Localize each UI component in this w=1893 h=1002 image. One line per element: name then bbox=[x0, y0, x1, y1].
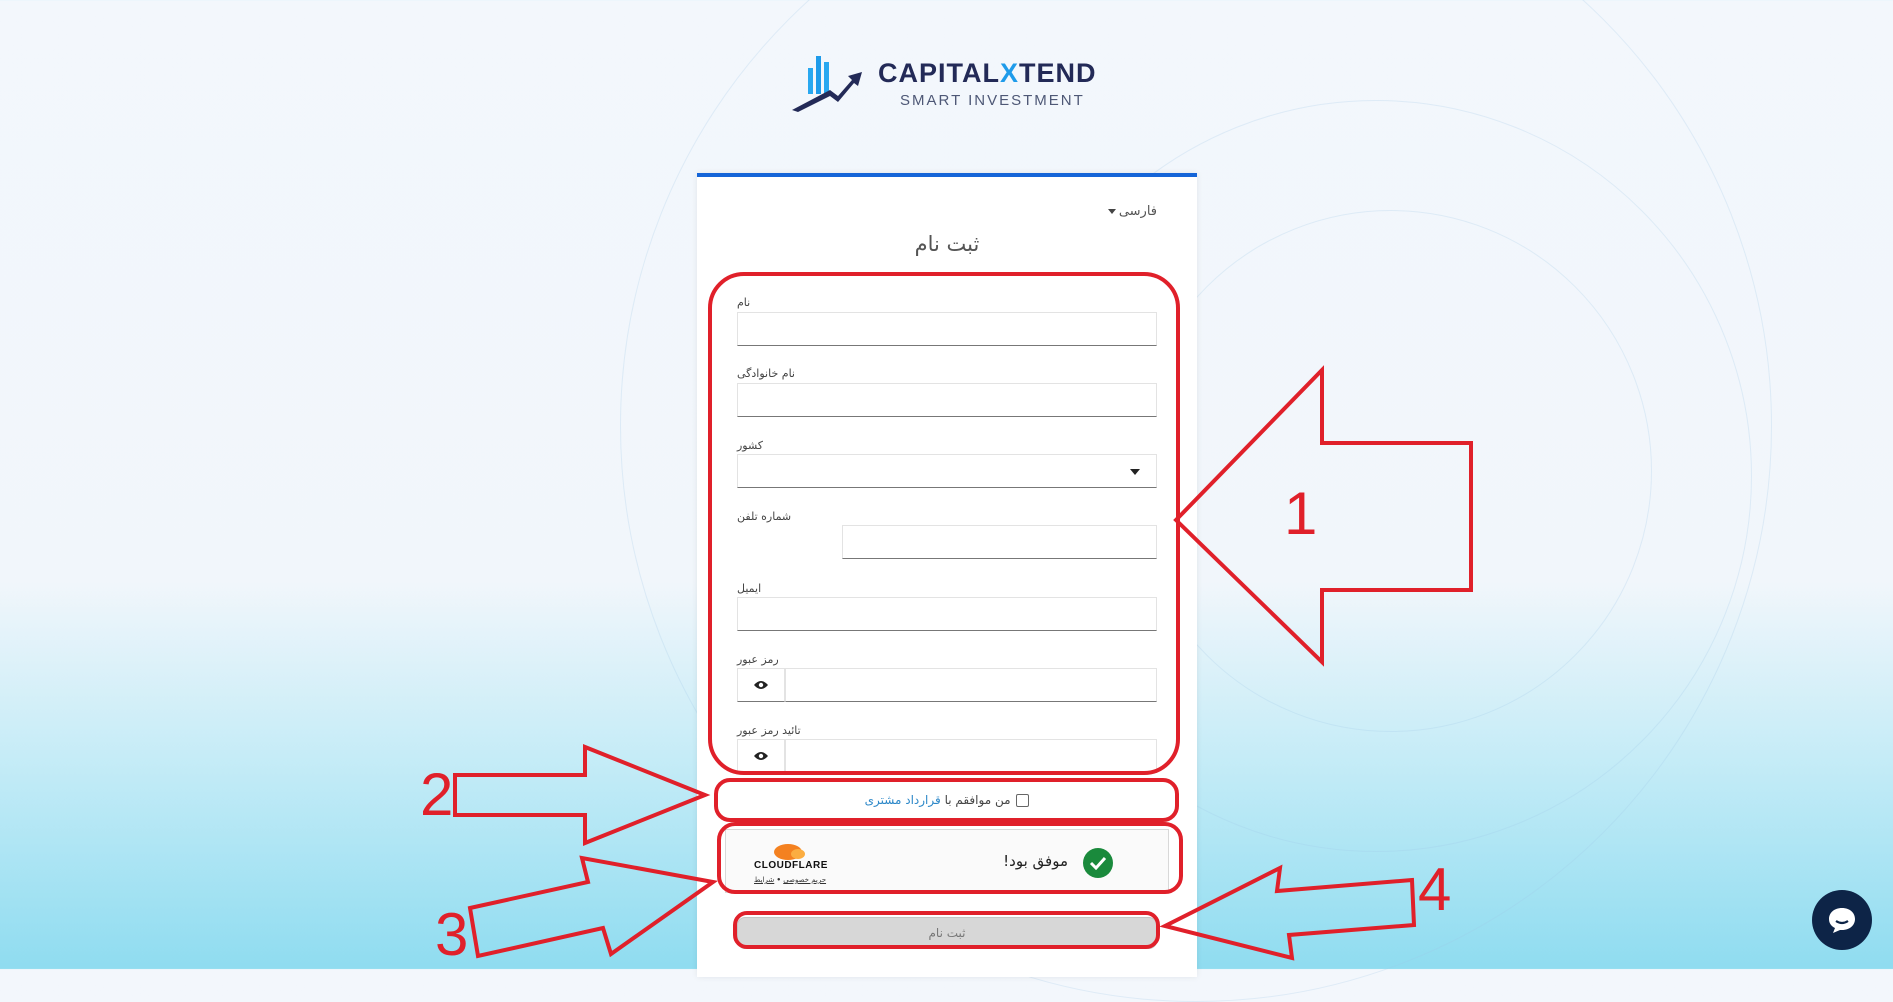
caret-down-icon bbox=[1107, 209, 1116, 214]
logo-icon bbox=[792, 56, 862, 112]
background-circle bbox=[1130, 210, 1652, 732]
annotation-arrow-3 bbox=[467, 855, 719, 959]
annotation-number-4: 4 bbox=[1418, 856, 1452, 923]
page-title: ثبت نام bbox=[914, 232, 980, 256]
chat-bubble-icon bbox=[1829, 908, 1855, 933]
brand-logo: CAPITALXTEND SMART INVESTMENT bbox=[790, 50, 1110, 120]
annotation-box-3 bbox=[717, 822, 1183, 894]
brand-tagline: SMART INVESTMENT bbox=[900, 92, 1085, 109]
chat-button[interactable] bbox=[1812, 890, 1872, 950]
brand-name: CAPITALXTEND bbox=[878, 58, 1097, 88]
annotation-arrow-2 bbox=[453, 744, 711, 846]
annotation-box-2 bbox=[714, 778, 1179, 822]
annotation-number-3: 3 bbox=[435, 901, 469, 968]
language-selector[interactable]: فارسی bbox=[1107, 204, 1157, 219]
annotation-number-2: 2 bbox=[420, 761, 454, 828]
annotation-box-4 bbox=[733, 911, 1160, 949]
annotation-box-1 bbox=[708, 272, 1180, 775]
annotation-number-1: 1 bbox=[1284, 480, 1318, 547]
